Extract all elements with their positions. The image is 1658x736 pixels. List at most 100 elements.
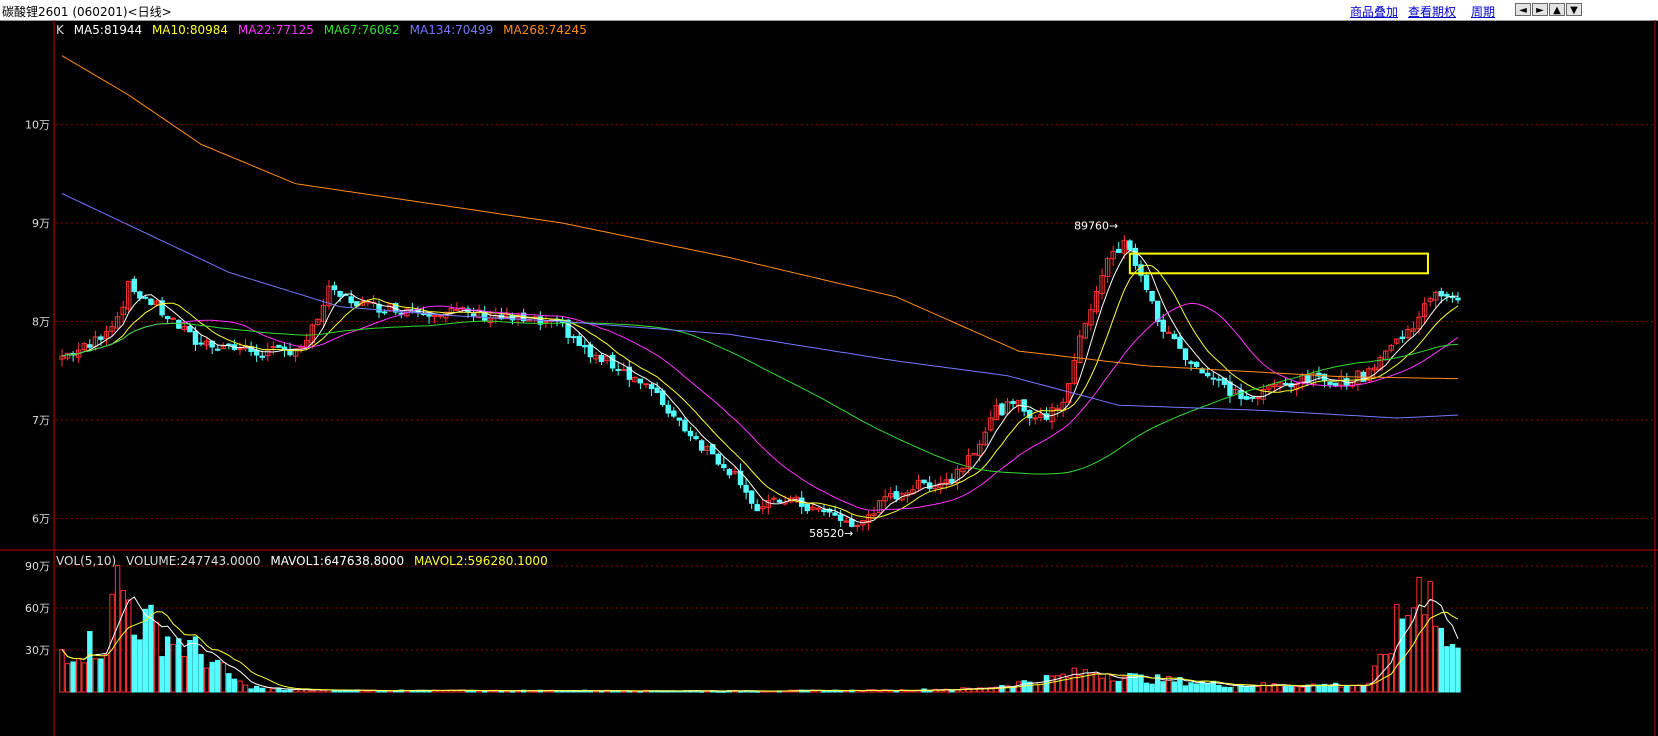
candle-body bbox=[671, 410, 677, 417]
candle-body bbox=[1399, 336, 1406, 340]
volume-bar bbox=[87, 630, 93, 693]
candle-body bbox=[198, 342, 204, 345]
volume-bar bbox=[1455, 647, 1461, 693]
scroll-left-button[interactable]: ◄ bbox=[1515, 3, 1531, 16]
candle-body bbox=[1132, 247, 1139, 266]
candle-body bbox=[1171, 333, 1178, 340]
volume-bar bbox=[248, 688, 254, 693]
price-tick-label: 7万 bbox=[32, 414, 50, 427]
volume-bar bbox=[98, 658, 104, 693]
candle-body bbox=[643, 383, 649, 386]
volume-bar bbox=[1438, 627, 1445, 693]
candle-body bbox=[676, 417, 683, 421]
ma134-line bbox=[61, 193, 1459, 419]
candle-body bbox=[1127, 240, 1133, 251]
volume-bar bbox=[532, 690, 538, 693]
ma10-line bbox=[61, 264, 1459, 519]
candle-body bbox=[999, 403, 1005, 416]
price-tick-label: 6万 bbox=[32, 512, 50, 525]
volume-bar bbox=[1266, 684, 1272, 693]
zoom-in-button[interactable]: ▲ bbox=[1549, 3, 1565, 16]
candle-body bbox=[1188, 361, 1194, 364]
candle-body bbox=[164, 316, 171, 320]
volume-bar bbox=[1188, 682, 1194, 693]
candle-body bbox=[921, 479, 927, 484]
zoom-out-button[interactable]: ▼ bbox=[1566, 3, 1582, 16]
volume-bar bbox=[181, 656, 188, 693]
low-price-label: 58520→ bbox=[809, 527, 853, 540]
candle-body bbox=[570, 336, 577, 339]
candle-body bbox=[1149, 290, 1155, 302]
candle-body bbox=[259, 355, 265, 358]
volume-bar bbox=[70, 661, 76, 693]
volume-bar bbox=[1160, 681, 1166, 693]
volume-bar bbox=[876, 690, 883, 693]
candle-body bbox=[821, 509, 827, 513]
candle-body bbox=[893, 491, 899, 500]
volume-bar bbox=[131, 634, 138, 693]
candle-body bbox=[754, 504, 760, 512]
highlight-box bbox=[1128, 252, 1429, 275]
volume-bar bbox=[81, 662, 87, 693]
candle-body bbox=[659, 390, 666, 405]
candle-body bbox=[337, 290, 343, 297]
candle-body bbox=[215, 348, 221, 351]
candle-body bbox=[1444, 293, 1450, 297]
candle-body bbox=[454, 308, 460, 311]
volume-bar bbox=[365, 690, 371, 693]
volume-bar bbox=[465, 690, 471, 693]
candle-body bbox=[192, 330, 199, 345]
kline-chart[interactable]: 6万 7万 8万 9万 10万 30万 60万 90万 89760→ 58520→ bbox=[0, 20, 1658, 736]
volume-bar bbox=[348, 690, 354, 693]
price-tick-label: 8万 bbox=[32, 316, 50, 329]
candle-body bbox=[1205, 372, 1211, 377]
view-options-link[interactable]: 查看期权 bbox=[1408, 3, 1456, 20]
candle-body bbox=[1282, 382, 1289, 385]
volume-bar bbox=[203, 667, 210, 693]
candle-body bbox=[721, 464, 727, 469]
axis-labels: 6万 7万 8万 9万 10万 30万 60万 90万 bbox=[25, 119, 50, 657]
volume-bar bbox=[1149, 683, 1155, 693]
candle-body bbox=[698, 440, 705, 451]
volume-bar bbox=[1077, 675, 1083, 693]
volume-bar bbox=[176, 638, 182, 693]
volume-bar bbox=[1327, 685, 1333, 693]
volume-bar bbox=[209, 661, 215, 693]
volume-bar bbox=[220, 662, 226, 693]
volume-bar bbox=[1449, 643, 1456, 693]
volume-bar bbox=[1171, 681, 1178, 693]
candle-body bbox=[98, 336, 104, 340]
scroll-right-button[interactable]: ► bbox=[1532, 3, 1548, 16]
volume-bars bbox=[59, 564, 1461, 693]
candle-body bbox=[1182, 348, 1189, 360]
volume-bar bbox=[253, 685, 260, 693]
candle-body bbox=[804, 503, 810, 512]
candle-body bbox=[331, 285, 338, 291]
volume-bar bbox=[509, 690, 516, 693]
volume-bar bbox=[1088, 672, 1094, 693]
candle-body bbox=[654, 387, 660, 394]
volume-bar bbox=[1138, 674, 1144, 693]
candle-body bbox=[726, 468, 733, 476]
candle-body bbox=[376, 303, 382, 313]
candle-body bbox=[665, 404, 671, 414]
volume-bar bbox=[187, 639, 193, 693]
candle-body bbox=[187, 325, 193, 333]
volume-bar bbox=[1127, 673, 1133, 693]
candle-body bbox=[270, 346, 277, 349]
volume-bar bbox=[1427, 580, 1433, 693]
volume-bar bbox=[1344, 685, 1350, 693]
period-link[interactable]: 周期 bbox=[1471, 3, 1495, 20]
volume-bar bbox=[320, 689, 327, 693]
volume-tick-label: 30万 bbox=[25, 644, 50, 657]
volume-bar bbox=[1360, 685, 1367, 693]
candle-body bbox=[715, 453, 721, 465]
candle-body bbox=[771, 497, 777, 500]
volume-bar bbox=[1121, 676, 1127, 693]
volume-bar bbox=[1205, 682, 1211, 693]
candle-body bbox=[1032, 417, 1039, 420]
volume-bar bbox=[237, 680, 243, 693]
candle-body bbox=[854, 524, 861, 527]
commodity-overlay-link[interactable]: 商品叠加 bbox=[1350, 3, 1398, 20]
candle-body bbox=[1116, 248, 1122, 253]
